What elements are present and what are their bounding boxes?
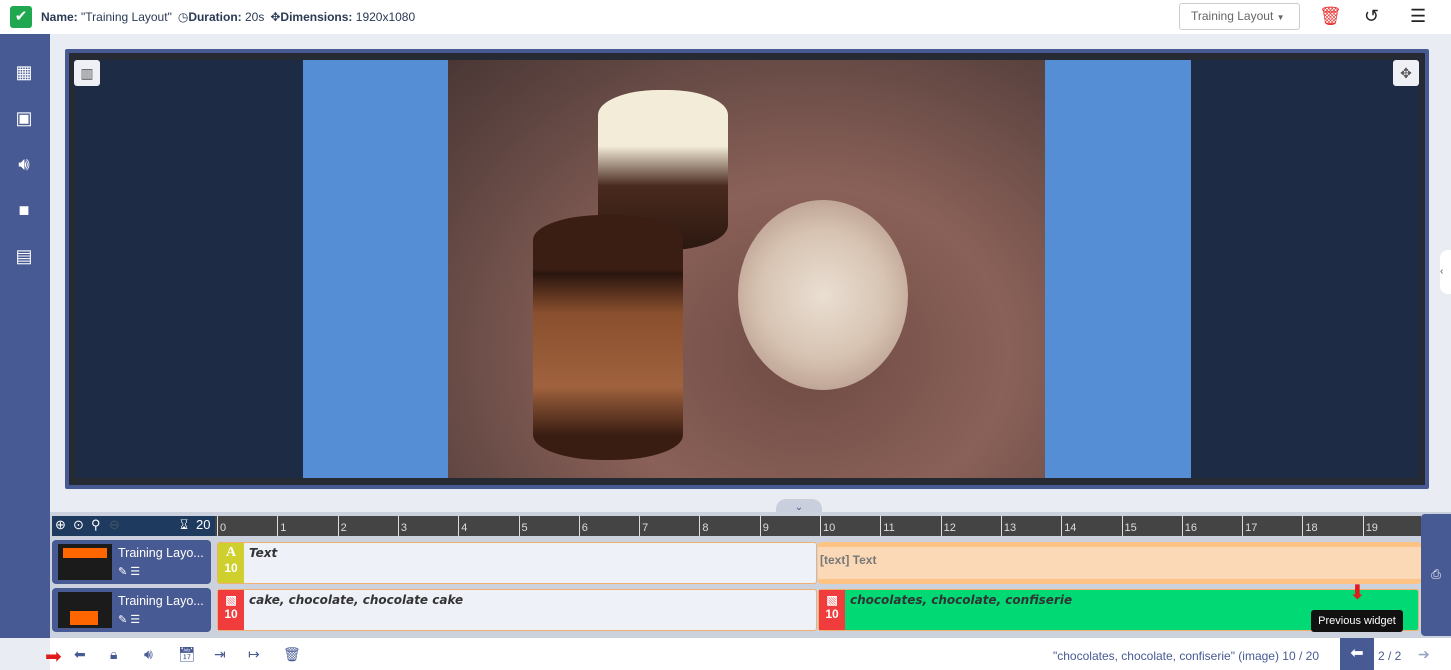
- text-icon: A: [225, 545, 237, 560]
- dimensions-label: Dimensions:: [280, 10, 353, 24]
- clock-icon: ◷: [177, 10, 189, 24]
- tooltip: Previous widget: [1311, 610, 1403, 632]
- red-arrow-down: ⬇: [1349, 582, 1366, 604]
- region-row[interactable]: Training Layo... ✎ ☰: [52, 540, 211, 584]
- region-row[interactable]: Training Layo... ✎ ☰: [52, 588, 211, 632]
- dimensions-value: 1920x1080: [355, 10, 416, 24]
- widget-status: "chocolates, chocolate, confiserie" (ima…: [1053, 649, 1319, 663]
- duration-label: Duration:: [188, 10, 242, 24]
- region-name: Training Layo...: [118, 594, 204, 608]
- image-icon: ▧: [225, 593, 237, 607]
- ruler-tick: 5: [518, 516, 528, 536]
- zoom-in-icon[interactable]: ⊕: [55, 517, 66, 533]
- ruler-tick: 15: [1121, 516, 1137, 536]
- lock-icon[interactable]: 🔒︎: [110, 646, 117, 663]
- zoom-controls: ⊕ ⊙ ⚲ ⊖ ⌛︎ 20: [52, 516, 215, 536]
- sidebar: ▦ ▣ 🔊︎ ■ ▤: [0, 34, 50, 638]
- audio-icon[interactable]: 🔊︎: [144, 646, 153, 663]
- widget-duration: 10: [224, 607, 238, 621]
- check-icon: ✔: [10, 6, 32, 28]
- region-preview: [303, 60, 1191, 478]
- ruler-tick: 8: [699, 516, 709, 536]
- widget-label: chocolates, chocolate, confiserie: [850, 593, 1073, 607]
- image-icon: ▧: [826, 593, 838, 607]
- layout-select-value: Training Layout: [1191, 9, 1274, 23]
- time-ruler: 0 1 2 3 4 5 6 7 8 9 10 11 12 13 14 15 16 17 18 19: [215, 516, 1421, 536]
- widget-image[interactable]: ▧ 10 cake, chocolate, chocolate cake: [217, 589, 817, 631]
- zoom-reset-icon[interactable]: ⚲: [91, 517, 101, 533]
- widget-label: cake, chocolate, chocolate cake: [249, 593, 464, 607]
- move-icon[interactable]: ✥: [1393, 60, 1419, 86]
- ruler-tick: 4: [458, 516, 467, 536]
- next-widget-button[interactable]: ➔: [1418, 646, 1430, 663]
- ruler-tick: 16: [1181, 516, 1197, 536]
- widget-text-inherited[interactable]: [text] Text: [818, 542, 1421, 584]
- ruler-tick: 14: [1061, 516, 1076, 536]
- timeline: ⊕ ⊙ ⚲ ⊖ ⌛︎ 20 0 1 2 3 4 5 6 7 8 9 10 11 12 13 14 15 16 17…: [50, 512, 1451, 638]
- list-icon[interactable]: ☰: [130, 566, 140, 578]
- edit-icon[interactable]: ✎: [118, 566, 127, 578]
- previous-widget-button[interactable]: ⬅: [1340, 638, 1374, 670]
- layout-icon[interactable]: ▦: [12, 62, 36, 83]
- ruler-tick: 9: [759, 516, 769, 536]
- ruler-tick: 17: [1242, 516, 1257, 536]
- ruler-tick: 18: [1302, 516, 1318, 536]
- ruler-tick: 0: [217, 516, 226, 536]
- menu-icon[interactable]: ☰: [1410, 6, 1426, 27]
- total-duration: 20: [196, 517, 211, 532]
- widget-duration: 10: [224, 561, 238, 575]
- widget-label: Text: [249, 546, 278, 560]
- ruler-tick: 11: [880, 516, 895, 536]
- name-label: Name:: [41, 10, 78, 24]
- widget-label: [text] Text: [820, 553, 877, 567]
- layout-info: Name: "Training Layout" ◷Duration: 20s ✥…: [41, 10, 415, 24]
- region-name: Training Layo...: [118, 546, 204, 560]
- inbox-icon[interactable]: ⎙: [1421, 514, 1451, 636]
- transition-out-icon[interactable]: ↦: [248, 646, 260, 663]
- ruler-tick: 1: [277, 516, 286, 536]
- zoom-fit-icon[interactable]: ⊙: [73, 517, 84, 533]
- delete-icon[interactable]: 🗑: [283, 646, 301, 663]
- expand-panel-tab[interactable]: ‹: [1440, 250, 1451, 294]
- back-icon[interactable]: ⬅: [74, 646, 86, 663]
- video-icon[interactable]: ■: [12, 200, 36, 221]
- map-icon[interactable]: ▥: [74, 60, 100, 86]
- widget-duration: 10: [825, 607, 839, 621]
- ruler-tick: 2: [337, 516, 347, 536]
- red-arrow-right: ➡: [45, 646, 62, 668]
- duration-value: 20s: [244, 10, 265, 24]
- layout-preview: ▥ ✥: [65, 49, 1429, 489]
- ruler-tick: 3: [397, 516, 407, 536]
- top-bar: ✔ Name: "Training Layout" ◷Duration: 20s…: [0, 0, 1451, 34]
- trash-icon[interactable]: 🗑: [1319, 6, 1342, 27]
- ruler-tick: 12: [940, 516, 956, 536]
- widget-text[interactable]: A 10 Text: [217, 542, 817, 584]
- edit-icon[interactable]: ✎: [118, 614, 127, 626]
- hourglass-icon: ⌛︎: [180, 517, 189, 532]
- image-icon[interactable]: ▣: [12, 108, 36, 129]
- ruler-tick: 7: [639, 516, 648, 536]
- archive-icon[interactable]: ▤: [12, 246, 36, 267]
- ruler-tick: 13: [1000, 516, 1016, 536]
- list-icon[interactable]: ☰: [130, 614, 140, 626]
- layout-select[interactable]: Training Layout ▼: [1179, 3, 1300, 30]
- ruler-tick: 6: [578, 516, 588, 536]
- ruler-tick: 19: [1362, 516, 1378, 536]
- widget-pager: 2 / 2: [1378, 649, 1402, 663]
- chocolate-image: [448, 60, 1045, 478]
- zoom-out-icon: ⊖: [109, 517, 120, 532]
- calendar-icon[interactable]: 📅︎: [178, 646, 196, 663]
- undo-icon[interactable]: ↺: [1364, 6, 1379, 27]
- transition-in-icon[interactable]: ⇥: [214, 646, 226, 663]
- audio-icon[interactable]: 🔊︎: [12, 154, 36, 175]
- move-icon: ✥: [270, 10, 281, 24]
- bottom-toolbar: ⬅ 🔒︎ 🔊︎ 📅︎ ⇥ ↦ 🗑 "chocolates, chocolate,…: [50, 638, 1451, 670]
- ruler-tick: 10: [820, 516, 835, 536]
- name-value: "Training Layout": [81, 10, 172, 24]
